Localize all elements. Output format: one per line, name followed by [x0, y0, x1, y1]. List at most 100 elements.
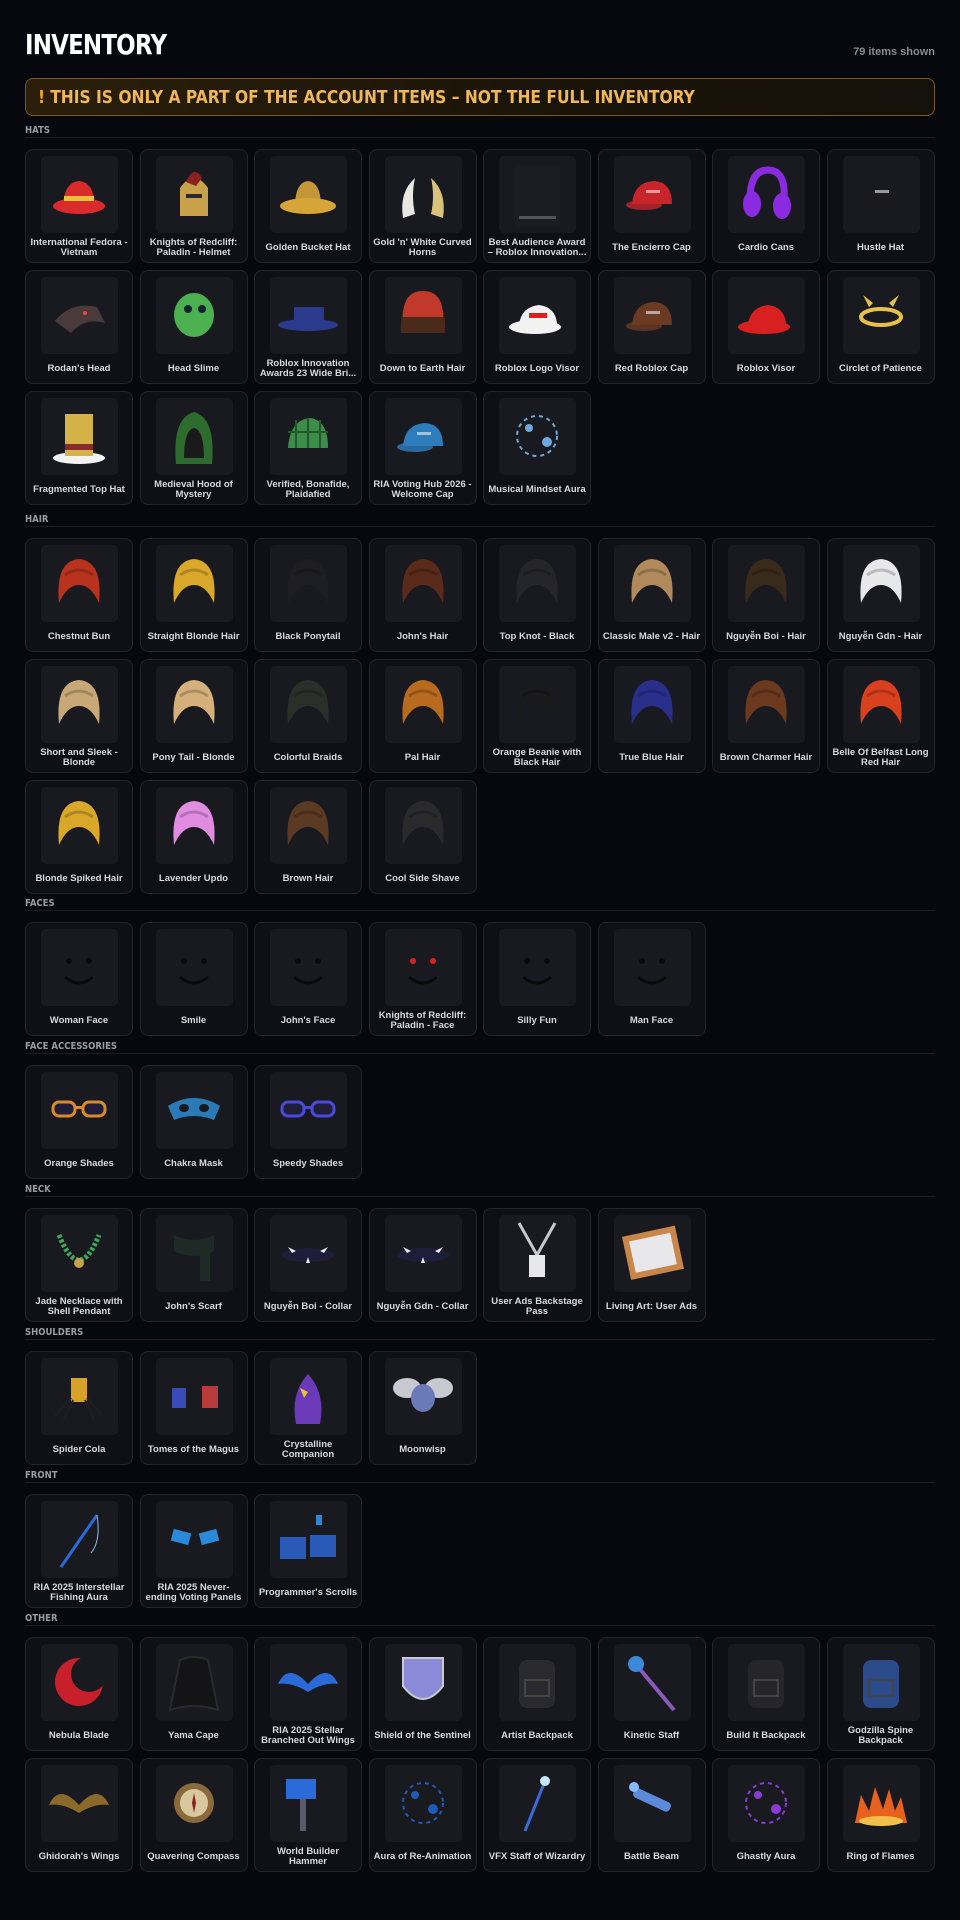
item-card[interactable]: Crystalline Companion: [254, 1351, 362, 1465]
item-card[interactable]: Head Slime: [139, 270, 248, 384]
item-card[interactable]: Aura of Re-Animation: [368, 1758, 477, 1872]
item-name: Top Knot - Black: [499, 630, 575, 642]
item-card[interactable]: Ghastly Aura: [712, 1758, 820, 1872]
item-card[interactable]: Ring of Flames: [826, 1758, 935, 1872]
item-card[interactable]: John's Scarf: [139, 1208, 248, 1322]
item-card[interactable]: Belle Of Belfast Long Red Hair: [826, 659, 935, 773]
item-card[interactable]: The Encierro Cap: [597, 149, 706, 263]
item-card[interactable]: Programmer's Scrolls: [254, 1494, 362, 1608]
beanie-hair-icon: [384, 277, 462, 354]
item-name: Yama Cape: [168, 1729, 219, 1741]
item-card[interactable]: Hustle Hat: [826, 149, 935, 263]
item-name: Jade Necklace with Shell Pendant: [35, 1295, 123, 1317]
item-card[interactable]: Artist Backpack: [483, 1637, 591, 1751]
item-card[interactable]: Lavender Updo: [139, 780, 248, 894]
item-card[interactable]: Build It Backpack: [712, 1637, 820, 1751]
item-card[interactable]: Man Face: [597, 922, 706, 1036]
item-card[interactable]: Spider Cola: [25, 1351, 133, 1465]
item-card[interactable]: Red Roblox Cap: [597, 270, 706, 384]
item-card[interactable]: Kinetic Staff: [597, 1637, 706, 1751]
item-card[interactable]: Battle Beam: [597, 1758, 706, 1872]
item-card[interactable]: Godzilla Spine Backpack: [826, 1637, 935, 1751]
item-card[interactable]: Medieval Hood of Mystery: [139, 391, 248, 505]
item-grid-faces: Woman Face Smile John's Face Knights of Red…: [25, 922, 935, 1036]
item-card[interactable]: Quavering Compass: [139, 1758, 248, 1872]
item-card[interactable]: World Builder Hammer: [254, 1758, 362, 1872]
item-card[interactable]: Jade Necklace with Shell Pendant: [25, 1208, 133, 1322]
item-card[interactable]: Fragmented Top Hat: [25, 391, 133, 505]
item-name: Build It Backpack: [726, 1729, 806, 1741]
item-card[interactable]: Classic Male v2 - Hair: [597, 538, 706, 652]
item-card[interactable]: John's Face: [254, 922, 362, 1036]
item-card[interactable]: Yama Cape: [139, 1637, 248, 1751]
item-name: RIA Voting Hub 2026 - Welcome Cap: [373, 478, 472, 500]
item-card[interactable]: Colorful Braids: [254, 659, 362, 773]
item-card[interactable]: Musical Mindset Aura: [483, 391, 591, 505]
item-card[interactable]: Black Ponytail: [254, 538, 362, 652]
item-card[interactable]: RIA 2025 Interstellar Fishing Aura: [25, 1494, 133, 1608]
item-card[interactable]: Chakra Mask: [139, 1065, 248, 1179]
face-icon: [499, 929, 576, 1006]
item-card[interactable]: Knights of Redcliff: Paladin - Helmet: [139, 149, 248, 263]
section-divider: [25, 1053, 935, 1054]
item-card[interactable]: Roblox Innovation Awards 23 Wide Bri...: [254, 270, 362, 384]
hair-icon: [384, 666, 462, 743]
item-card[interactable]: True Blue Hair: [597, 659, 706, 773]
plaid-cap-icon: [270, 398, 347, 475]
item-card[interactable]: User Ads Backstage Pass: [483, 1208, 591, 1322]
item-card[interactable]: International Fedora - Vietnam: [25, 149, 133, 263]
item-card[interactable]: Chestnut Bun: [25, 538, 133, 652]
item-card[interactable]: Circlet of Patience: [826, 270, 935, 384]
item-card[interactable]: Living Art: User Ads: [597, 1208, 706, 1322]
item-card[interactable]: Nguyễn Boi - Collar: [254, 1208, 362, 1322]
hair-icon: [613, 545, 691, 622]
item-card[interactable]: Pal Hair: [368, 659, 477, 773]
item-card[interactable]: Roblox Visor: [712, 270, 820, 384]
item-card[interactable]: Best Audience Award – Roblox Innovation.…: [483, 149, 591, 263]
item-card[interactable]: Rodan's Head: [25, 270, 133, 384]
item-grid-hair: Chestnut Bun Straight Blonde Hair Black Po…: [25, 538, 935, 894]
item-name: Spider Cola: [52, 1443, 106, 1455]
item-card[interactable]: Woman Face: [25, 922, 133, 1036]
item-card[interactable]: VFX Staff of Wizardry: [483, 1758, 591, 1872]
item-card[interactable]: Cardio Cans: [712, 149, 820, 263]
item-card[interactable]: Gold 'n' White Curved Horns: [368, 149, 477, 263]
item-card[interactable]: Nguyễn Gdn - Collar: [368, 1208, 477, 1322]
item-card[interactable]: RIA Voting Hub 2026 - Welcome Cap: [368, 391, 477, 505]
item-card[interactable]: Verified, Bonafide, Plaidafied: [254, 391, 362, 505]
item-card[interactable]: Moonwisp: [368, 1351, 477, 1465]
item-name: RIA 2025 Interstellar Fishing Aura: [33, 1581, 125, 1603]
item-name: Pony Tail - Blonde: [152, 751, 235, 763]
item-card[interactable]: Nebula Blade: [25, 1637, 133, 1751]
item-card[interactable]: Knights of Redcliff: Paladin - Face: [368, 922, 477, 1036]
item-card[interactable]: Orange Beanie with Black Hair: [483, 659, 591, 773]
item-card[interactable]: Roblox Logo Visor: [483, 270, 591, 384]
item-card[interactable]: John's Hair: [368, 538, 477, 652]
item-card[interactable]: Brown Hair: [254, 780, 362, 894]
item-card[interactable]: Top Knot - Black: [483, 538, 591, 652]
item-card[interactable]: Ghidorah's Wings: [25, 1758, 133, 1872]
item-card[interactable]: RIA 2025 Stellar Branched Out Wings: [254, 1637, 362, 1751]
item-name: Moonwisp: [399, 1443, 446, 1455]
item-card[interactable]: Nguyễn Gdn - Hair: [826, 538, 935, 652]
item-card[interactable]: Short and Sleek - Blonde: [25, 659, 133, 773]
item-card[interactable]: Pony Tail - Blonde: [139, 659, 248, 773]
item-card[interactable]: Orange Shades: [25, 1065, 133, 1179]
item-card[interactable]: Smile: [139, 922, 248, 1036]
item-card[interactable]: Straight Blonde Hair: [139, 538, 248, 652]
item-card[interactable]: Speedy Shades: [254, 1065, 362, 1179]
item-card[interactable]: Nguyễn Boi - Hair: [712, 538, 820, 652]
item-card[interactable]: Brown Charmer Hair: [712, 659, 820, 773]
item-grid-shoulders: Spider Cola Tomes of the Magus Crystalline…: [25, 1351, 935, 1465]
item-card[interactable]: Tomes of the Magus: [139, 1351, 248, 1465]
item-card[interactable]: RIA 2025 Never-ending Voting Panels: [139, 1494, 248, 1608]
item-card[interactable]: Down to Earth Hair: [368, 270, 477, 384]
item-card[interactable]: Shield of the Sentinel: [368, 1637, 477, 1751]
item-name: Knights of Redcliff: Paladin - Face: [378, 1009, 467, 1031]
hair-icon: [842, 545, 920, 622]
item-card[interactable]: Cool Side Shave: [368, 780, 477, 894]
item-card[interactable]: Silly Fun: [483, 922, 591, 1036]
item-card[interactable]: Blonde Spiked Hair: [25, 780, 133, 894]
blade-icon: [41, 1644, 118, 1721]
item-card[interactable]: Golden Bucket Hat: [254, 149, 362, 263]
